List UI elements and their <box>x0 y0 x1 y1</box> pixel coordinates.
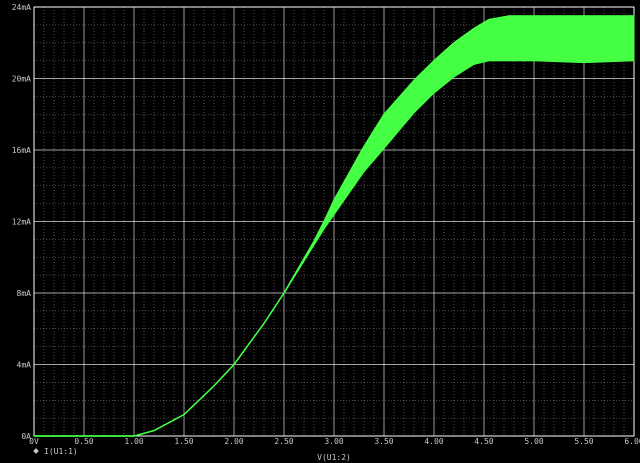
y-tick-label: 4mA <box>17 361 32 370</box>
x-tick-label: 1.00 <box>124 437 143 446</box>
chart: 0V 0.50 1.00 1.50 2.00 2.50 3.00 3.50 4.00 4.50 5.… <box>12 3 640 462</box>
x-axis-label: V(U1:2) <box>317 453 351 462</box>
legend: I(U1:1) <box>33 447 78 456</box>
grid-major <box>33 6 635 437</box>
y-tick-label: 8mA <box>17 289 32 298</box>
legend-marker-icon <box>33 448 39 454</box>
x-tick-label: 2.00 <box>224 437 243 446</box>
y-tick-label: 16mA <box>12 146 31 155</box>
y-tick-label: 20mA <box>12 75 31 84</box>
x-tick-label: 1.50 <box>174 437 193 446</box>
x-tick-label: 3.00 <box>324 437 343 446</box>
x-tick-label: 3.50 <box>374 437 393 446</box>
x-tick-label: 6.00 <box>624 437 640 446</box>
x-tick-label: 2.50 <box>274 437 293 446</box>
y-tick-label: 0A <box>21 432 31 441</box>
x-tick-label: 0.50 <box>74 437 93 446</box>
x-tick-label: 5.00 <box>524 437 543 446</box>
y-tick-label: 12mA <box>12 218 31 227</box>
legend-label: I(U1:1) <box>44 447 78 456</box>
x-tick-label: 5.50 <box>574 437 593 446</box>
x-tick-labels: 0V 0.50 1.00 1.50 2.00 2.50 3.00 3.50 4.00 4.50 5.… <box>29 437 640 446</box>
y-tick-labels: 0A 4mA 8mA 12mA 16mA 20mA 24mA <box>12 3 31 441</box>
x-tick-label: 4.00 <box>424 437 443 446</box>
y-tick-label: 24mA <box>12 3 31 12</box>
x-tick-label: 4.50 <box>474 437 493 446</box>
